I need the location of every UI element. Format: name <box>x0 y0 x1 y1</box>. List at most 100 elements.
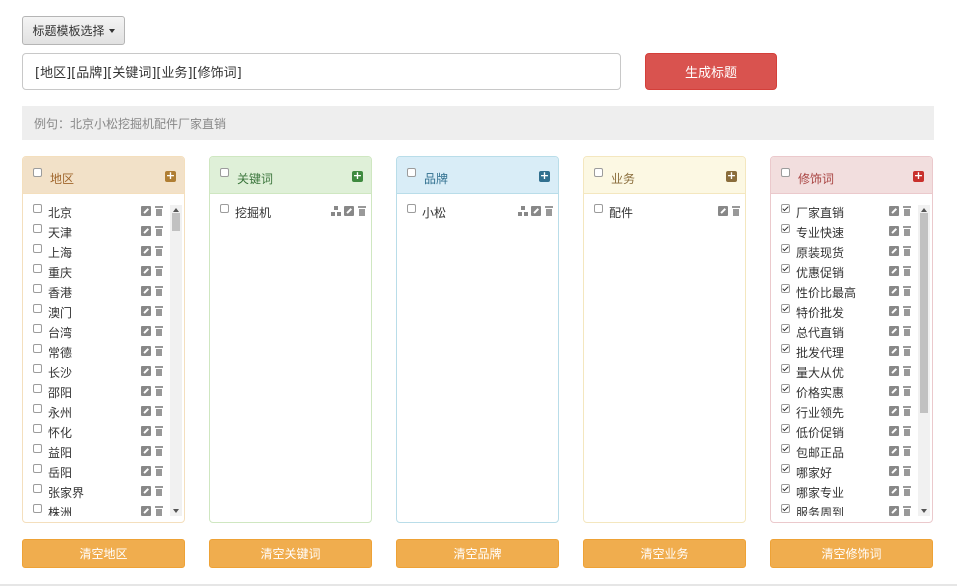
list-item[interactable]: 益阳 <box>23 441 184 461</box>
list-item[interactable]: 哪家专业 <box>771 481 932 501</box>
item-checkbox[interactable] <box>781 483 790 493</box>
trash-icon[interactable] <box>902 246 912 256</box>
edit-icon[interactable] <box>889 246 899 256</box>
item-checkbox[interactable] <box>781 423 790 433</box>
list-item[interactable]: 永州 <box>23 401 184 421</box>
item-checkbox[interactable] <box>33 483 42 493</box>
item-checkbox[interactable] <box>781 323 790 333</box>
edit-icon[interactable] <box>141 486 151 496</box>
item-checkbox[interactable] <box>33 383 42 393</box>
item-checkbox[interactable] <box>33 503 42 513</box>
edit-icon[interactable] <box>141 246 151 256</box>
item-checkbox[interactable] <box>781 223 790 233</box>
edit-icon[interactable] <box>141 506 151 516</box>
select-all-checkbox[interactable] <box>407 167 416 177</box>
trash-icon[interactable] <box>902 506 912 516</box>
item-checkbox[interactable] <box>781 443 790 453</box>
item-checkbox[interactable] <box>33 243 42 253</box>
edit-icon[interactable] <box>531 206 541 216</box>
edit-icon[interactable] <box>141 346 151 356</box>
edit-icon[interactable] <box>141 446 151 456</box>
list-item[interactable]: 香港 <box>23 281 184 301</box>
item-checkbox[interactable] <box>33 443 42 453</box>
item-checkbox[interactable] <box>33 223 42 233</box>
edit-icon[interactable] <box>141 466 151 476</box>
trash-icon[interactable] <box>154 226 164 236</box>
scrollbar[interactable] <box>918 205 930 516</box>
trash-icon[interactable] <box>154 406 164 416</box>
trash-icon[interactable] <box>154 346 164 356</box>
list-item[interactable]: 低价促销 <box>771 421 932 441</box>
list-item[interactable]: 邵阳 <box>23 381 184 401</box>
trash-icon[interactable] <box>154 246 164 256</box>
select-all-checkbox[interactable] <box>594 167 603 177</box>
trash-icon[interactable] <box>902 386 912 396</box>
item-checkbox[interactable] <box>33 263 42 273</box>
item-checkbox[interactable] <box>781 203 790 213</box>
edit-icon[interactable] <box>889 426 899 436</box>
list-item[interactable]: 怀化 <box>23 421 184 441</box>
list-item[interactable]: 北京 <box>23 201 184 221</box>
list-item[interactable]: 天津 <box>23 221 184 241</box>
add-icon[interactable]: + <box>352 170 363 182</box>
edit-icon[interactable] <box>889 306 899 316</box>
trash-icon[interactable] <box>154 426 164 436</box>
trash-icon[interactable] <box>902 286 912 296</box>
trash-icon[interactable] <box>154 506 164 516</box>
list-item[interactable]: 哪家好 <box>771 461 932 481</box>
list-item[interactable]: 专业快速 <box>771 221 932 241</box>
trash-icon[interactable] <box>154 446 164 456</box>
trash-icon[interactable] <box>357 206 367 216</box>
item-checkbox[interactable] <box>33 363 42 373</box>
list-item[interactable]: 原装现货 <box>771 241 932 261</box>
edit-icon[interactable] <box>141 266 151 276</box>
list-item[interactable]: 包邮正品 <box>771 441 932 461</box>
add-icon[interactable]: + <box>913 170 924 182</box>
scroll-down-icon[interactable] <box>921 509 927 513</box>
list-item[interactable]: 特价批发 <box>771 301 932 321</box>
edit-icon[interactable] <box>141 286 151 296</box>
edit-icon[interactable] <box>889 266 899 276</box>
list-item[interactable]: 台湾 <box>23 321 184 341</box>
list-item[interactable]: 长沙 <box>23 361 184 381</box>
list-item[interactable]: 优惠促销 <box>771 261 932 281</box>
add-icon[interactable]: + <box>539 170 550 182</box>
trash-icon[interactable] <box>902 346 912 356</box>
trash-icon[interactable] <box>154 266 164 276</box>
list-item[interactable]: 重庆 <box>23 261 184 281</box>
generate-title-button[interactable]: 生成标题 <box>645 53 777 90</box>
list-item[interactable]: 张家界 <box>23 481 184 501</box>
list-item[interactable]: 株洲 <box>23 501 184 516</box>
trash-icon[interactable] <box>154 466 164 476</box>
item-checkbox[interactable] <box>781 263 790 273</box>
tree-icon[interactable] <box>331 206 341 216</box>
list-item[interactable]: 厂家直销 <box>771 201 932 221</box>
list-item[interactable]: 上海 <box>23 241 184 261</box>
trash-icon[interactable] <box>902 446 912 456</box>
edit-icon[interactable] <box>141 226 151 236</box>
add-icon[interactable]: + <box>726 170 737 182</box>
trash-icon[interactable] <box>902 266 912 276</box>
trash-icon[interactable] <box>154 286 164 296</box>
edit-icon[interactable] <box>889 326 899 336</box>
item-checkbox[interactable] <box>594 203 603 213</box>
edit-icon[interactable] <box>141 206 151 216</box>
edit-icon[interactable] <box>889 446 899 456</box>
clear-modifier-button[interactable]: 清空修饰词 <box>770 539 933 568</box>
select-all-checkbox[interactable] <box>781 167 790 177</box>
edit-icon[interactable] <box>889 466 899 476</box>
item-checkbox[interactable] <box>33 323 42 333</box>
select-all-checkbox[interactable] <box>220 167 229 177</box>
list-item[interactable]: 澳门 <box>23 301 184 321</box>
item-checkbox[interactable] <box>781 503 790 513</box>
list-item[interactable]: 配件 <box>584 201 745 221</box>
item-checkbox[interactable] <box>33 303 42 313</box>
edit-icon[interactable] <box>141 326 151 336</box>
list-item[interactable]: 总代直销 <box>771 321 932 341</box>
template-select-button[interactable]: 标题模板选择 <box>22 16 125 45</box>
trash-icon[interactable] <box>902 466 912 476</box>
trash-icon[interactable] <box>154 486 164 496</box>
edit-icon[interactable] <box>141 306 151 316</box>
title-pattern-input[interactable] <box>22 53 621 90</box>
item-checkbox[interactable] <box>781 243 790 253</box>
